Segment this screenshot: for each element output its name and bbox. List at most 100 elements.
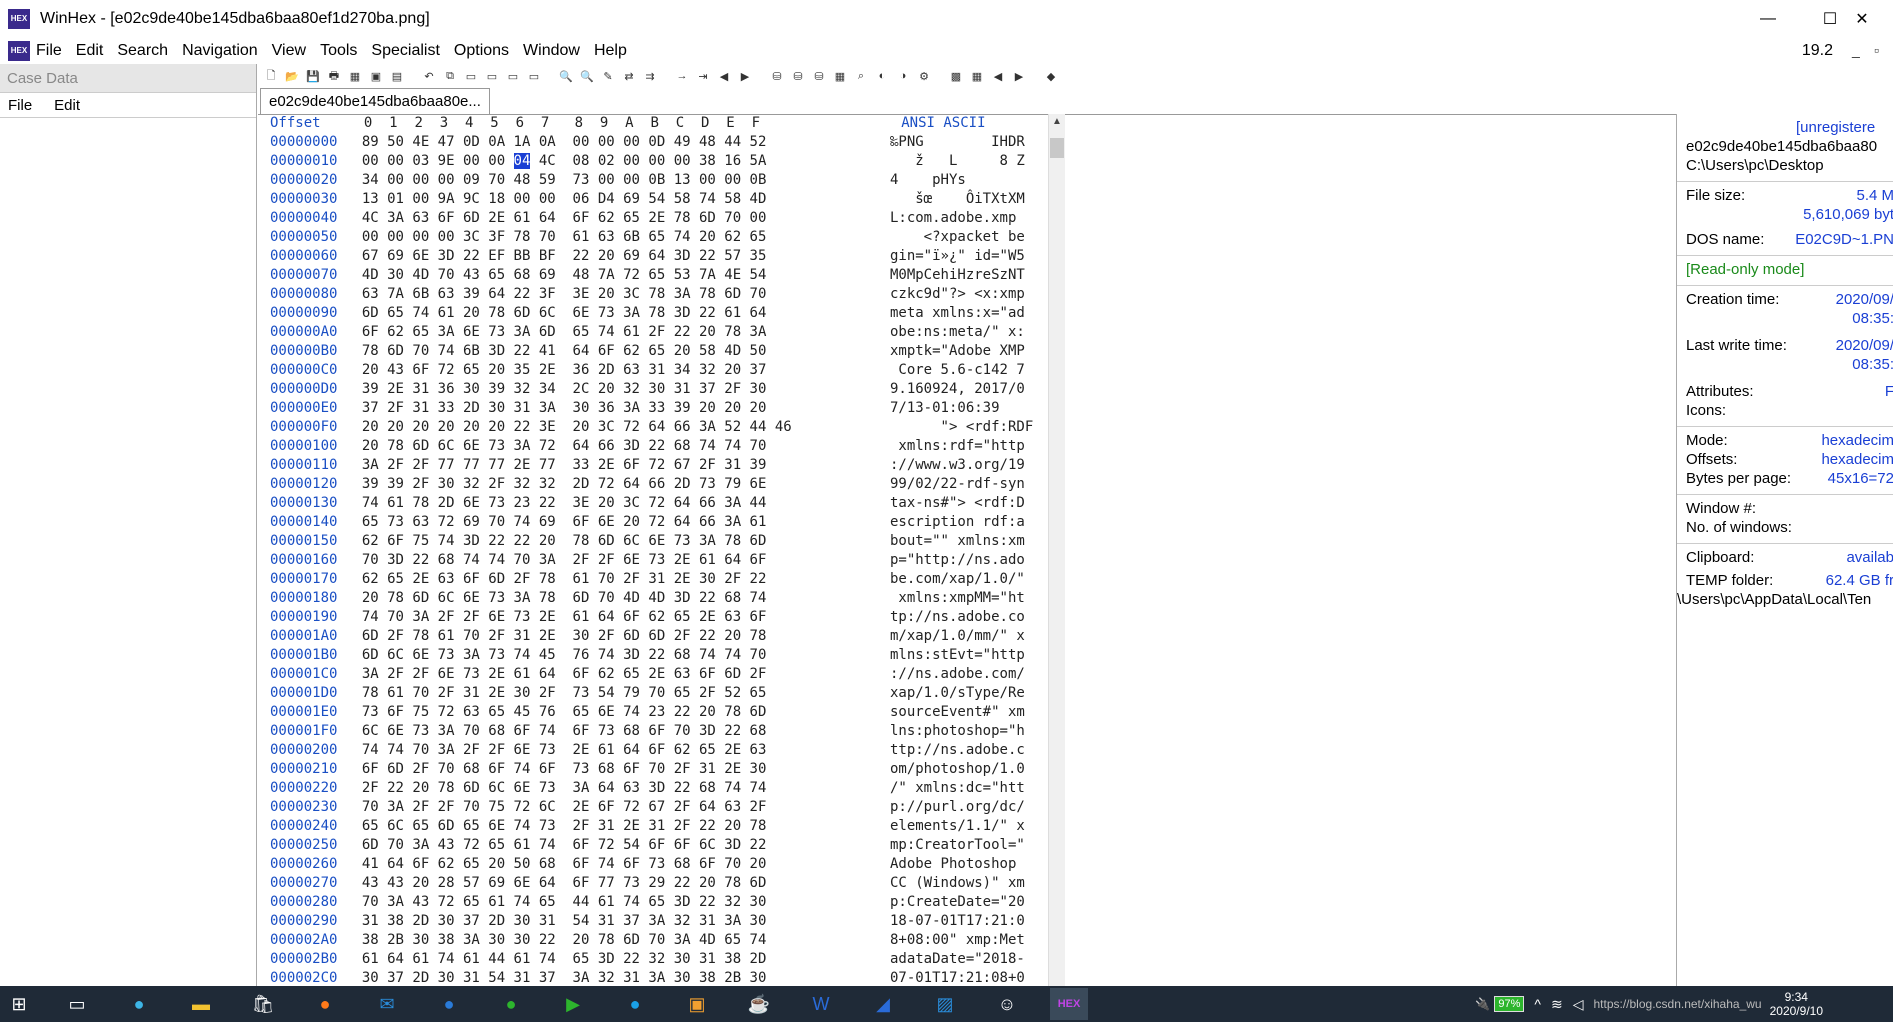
mdi-minimize-icon[interactable]: _ [1852, 42, 1860, 58]
hex-bytes[interactable]: 20 43 6F 72 65 20 35 2E 36 2D 63 31 34 3… [362, 361, 884, 380]
hex-bytes[interactable]: 6C 6E 73 3A 70 68 6F 74 6F 73 68 6F 70 3… [362, 722, 884, 741]
hex-ascii[interactable]: ttp://ns.adobe.c [884, 741, 1052, 760]
clone-disk-icon[interactable]: ⛁ [810, 68, 828, 84]
hex-ascii[interactable]: 99/02/22-rdf-syn [884, 475, 1052, 494]
hex-row[interactable]: 00000270 43 43 20 28 57 69 6E 64 6F 77 73… [262, 874, 1052, 893]
clipboard-icon[interactable]: ▭ [504, 68, 522, 84]
hex-row[interactable]: 00000050 00 00 00 00 3C 3F 78 70 61 63 6B… [262, 228, 1052, 247]
back-icon[interactable]: ◀ [715, 68, 733, 84]
hex-bytes[interactable]: 78 61 70 2F 31 2E 30 2F 73 54 79 70 65 2… [362, 684, 884, 703]
hex-bytes[interactable]: 74 70 3A 2F 2F 6E 73 2E 61 64 6F 62 65 2… [362, 608, 884, 627]
open-ram-icon[interactable]: ▤ [388, 68, 406, 84]
hex-ascii[interactable]: ://www.w3.org/19 [884, 456, 1052, 475]
scroll-up-icon[interactable]: ▲ [1049, 116, 1065, 130]
disk-editor-icon[interactable]: ⛁ [768, 68, 786, 84]
hex-ascii[interactable]: sourceEvent#" xm [884, 703, 1052, 722]
photos-icon[interactable]: ▨ [926, 988, 964, 1020]
hex-row[interactable]: 00000080 63 7A 6B 63 39 64 22 3F 3E 20 3C… [262, 285, 1052, 304]
hex-bytes[interactable]: 78 6D 70 74 6B 3D 22 41 64 6F 62 65 20 5… [362, 342, 884, 361]
media-player-icon[interactable]: ▶ [554, 988, 592, 1020]
hex-bytes[interactable]: 39 39 2F 30 32 2F 32 32 2D 72 64 66 2D 7… [362, 475, 884, 494]
hex-ascii[interactable]: Adobe Photoshop [884, 855, 1052, 874]
hex-row[interactable]: 00000250 6D 70 3A 43 72 65 61 74 6F 72 54… [262, 836, 1052, 855]
hex-bytes[interactable]: 6D 70 3A 43 72 65 61 74 6F 72 54 6F 6F 6… [362, 836, 884, 855]
table-view-icon[interactable]: ▦ [968, 68, 986, 84]
file-explorer-icon[interactable]: ▬ [182, 988, 220, 1020]
hex-row[interactable]: 00000110 3A 2F 2F 77 77 77 2E 77 33 2E 6F… [262, 456, 1052, 475]
hex-ascii[interactable]: elements/1.1/" x [884, 817, 1052, 836]
menu-search[interactable]: Search [117, 42, 168, 60]
hex-ascii[interactable]: ž L 8 Z [884, 152, 1052, 171]
hex-row[interactable]: 00000120 39 39 2F 30 32 2F 32 32 2D 72 64… [262, 475, 1052, 494]
hex-row[interactable]: 000001A0 6D 2F 78 61 70 2F 31 2E 30 2F 6D… [262, 627, 1052, 646]
hex-ascii[interactable]: M0MpCehiHzreSzNT [884, 266, 1052, 285]
hex-bytes[interactable]: 3A 2F 2F 77 77 77 2E 77 33 2E 6F 72 67 2… [362, 456, 884, 475]
hex-bytes[interactable]: 70 3D 22 68 74 74 70 3A 2F 2F 6E 73 2E 6… [362, 551, 884, 570]
hex-ascii[interactable]: bout="" xmlns:xm [884, 532, 1052, 551]
paste-write-icon[interactable]: ▭ [483, 68, 501, 84]
hex-bytes[interactable]: 61 64 61 74 61 44 61 74 65 3D 22 32 30 3… [362, 950, 884, 969]
prev-page-icon[interactable]: ◀ [989, 68, 1007, 84]
hex-row[interactable]: 00000030 13 01 00 9A 9C 18 00 00 06 D4 69… [262, 190, 1052, 209]
hex-bytes[interactable]: 63 7A 6B 63 39 64 22 3F 3E 20 3C 78 3A 7… [362, 285, 884, 304]
settings-icon[interactable]: ⚙ [915, 68, 933, 84]
hex-ascii[interactable]: /" xmlns:dc="htt [884, 779, 1052, 798]
hex-ascii[interactable]: mp:CreatorTool=" [884, 836, 1052, 855]
case-menu-edit[interactable]: Edit [54, 97, 80, 114]
hex-bytes[interactable]: 6F 6D 2F 70 68 6F 74 6F 73 68 6F 70 2F 3… [362, 760, 884, 779]
hex-row[interactable]: 00000170 62 65 2E 63 6F 6D 2F 78 61 70 2F… [262, 570, 1052, 589]
hex-ascii[interactable]: xmlns:xmpMM="ht [884, 589, 1052, 608]
new-file-icon[interactable]: 🗋 [262, 68, 280, 84]
hex-bytes[interactable]: 62 65 2E 63 6F 6D 2F 78 61 70 2F 31 2E 3… [362, 570, 884, 589]
wps-writer-icon[interactable]: W [802, 988, 840, 1020]
menu-file[interactable]: File [36, 42, 62, 60]
wifi-icon[interactable]: ≋ [1551, 996, 1563, 1013]
power-icon[interactable]: 🔌 [1475, 997, 1490, 1011]
clock[interactable]: 9:34 2020/9/10 [1770, 990, 1823, 1018]
hex-bytes[interactable]: 70 3A 2F 2F 70 75 72 6C 2E 6F 72 67 2F 6… [362, 798, 884, 817]
hex-row[interactable]: 00000160 70 3D 22 68 74 74 70 3A 2F 2F 6E… [262, 551, 1052, 570]
hex-scrollbar[interactable]: ▲ [1048, 114, 1065, 986]
hex-row[interactable]: 00000090 6D 65 74 61 20 78 6D 6C 6E 73 3A… [262, 304, 1052, 323]
hex-ascii[interactable]: 8+08:00" xmp:Met [884, 931, 1052, 950]
hex-bytes[interactable]: 67 69 6E 3D 22 EF BB BF 22 20 69 64 3D 2… [362, 247, 884, 266]
scroll-thumb[interactable] [1050, 138, 1064, 158]
find-hex-icon[interactable]: 🔍 [578, 68, 596, 84]
hex-ascii[interactable]: "> <rdf:RDF [884, 418, 1052, 437]
case-menu-file[interactable]: File [8, 97, 32, 114]
hex-row[interactable]: 00000150 62 6F 75 74 3D 22 22 20 78 6D 6C… [262, 532, 1052, 551]
winhex-taskbar-icon[interactable]: HEX [1050, 988, 1088, 1020]
hex-ascii[interactable]: 4 pHYs [884, 171, 1052, 190]
hex-bytes[interactable]: 6D 65 74 61 20 78 6D 6C 6E 73 3A 78 3D 2… [362, 304, 884, 323]
hex-row[interactable]: 000001F0 6C 6E 73 3A 70 68 6F 74 6F 73 68… [262, 722, 1052, 741]
close-button[interactable]: ✕ [1831, 0, 1893, 38]
store-icon[interactable]: 🛍 [244, 988, 282, 1020]
hex-bytes[interactable]: 6D 6C 6E 73 3A 73 74 45 76 74 3D 22 68 7… [362, 646, 884, 665]
menu-window[interactable]: Window [523, 42, 580, 60]
hex-ascii[interactable]: xmlns:rdf="http [884, 437, 1052, 456]
hex-bytes[interactable]: 43 43 20 28 57 69 6E 64 6F 77 73 29 22 2… [362, 874, 884, 893]
next-page-icon[interactable]: ▶ [1010, 68, 1028, 84]
hex-ascii[interactable]: <?xpacket be [884, 228, 1052, 247]
hex-bytes[interactable]: 20 20 20 20 20 20 22 3E 20 3C 72 64 66 3… [362, 418, 884, 437]
hex-ascii[interactable]: CC (Windows)" xm [884, 874, 1052, 893]
hex-row[interactable]: 00000010 00 00 03 9E 00 00 04 4C 08 02 00… [262, 152, 1052, 171]
forward-icon[interactable]: ▶ [736, 68, 754, 84]
hex-row[interactable]: 00000220 2F 22 20 78 6D 6C 6E 73 3A 64 63… [262, 779, 1052, 798]
calculator-icon[interactable]: ▦ [831, 68, 849, 84]
browser-360-icon[interactable]: ● [492, 988, 530, 1020]
menu-winhex-icon[interactable]: HEX [8, 41, 30, 61]
hex-row[interactable]: 00000210 6F 6D 2F 70 68 6F 74 6F 73 68 6F… [262, 760, 1052, 779]
menu-specialist[interactable]: Specialist [371, 42, 439, 60]
hex-row[interactable]: 00000290 31 38 2D 30 37 2D 30 31 54 31 37… [262, 912, 1052, 931]
hex-ascii[interactable]: om/photoshop/1.0 [884, 760, 1052, 779]
hex-ascii[interactable]: gin="ï»¿" id="W5 [884, 247, 1052, 266]
hex-row[interactable]: 00000070 4D 30 4D 70 43 65 68 69 48 7A 72… [262, 266, 1052, 285]
help-book-icon[interactable]: ◆ [1042, 68, 1060, 84]
hex-row[interactable]: 000001D0 78 61 70 2F 31 2E 30 2F 73 54 79… [262, 684, 1052, 703]
save-icon[interactable]: 💾 [304, 68, 322, 84]
edge-browser-icon[interactable]: ● [120, 988, 158, 1020]
hex-ascii[interactable]: xap/1.0/sType/Re [884, 684, 1052, 703]
hex-row[interactable]: 000000E0 37 2F 31 33 2D 30 31 3A 30 36 3A… [262, 399, 1052, 418]
hex-row[interactable]: 000002B0 61 64 61 74 61 44 61 74 65 3D 22… [262, 950, 1052, 969]
